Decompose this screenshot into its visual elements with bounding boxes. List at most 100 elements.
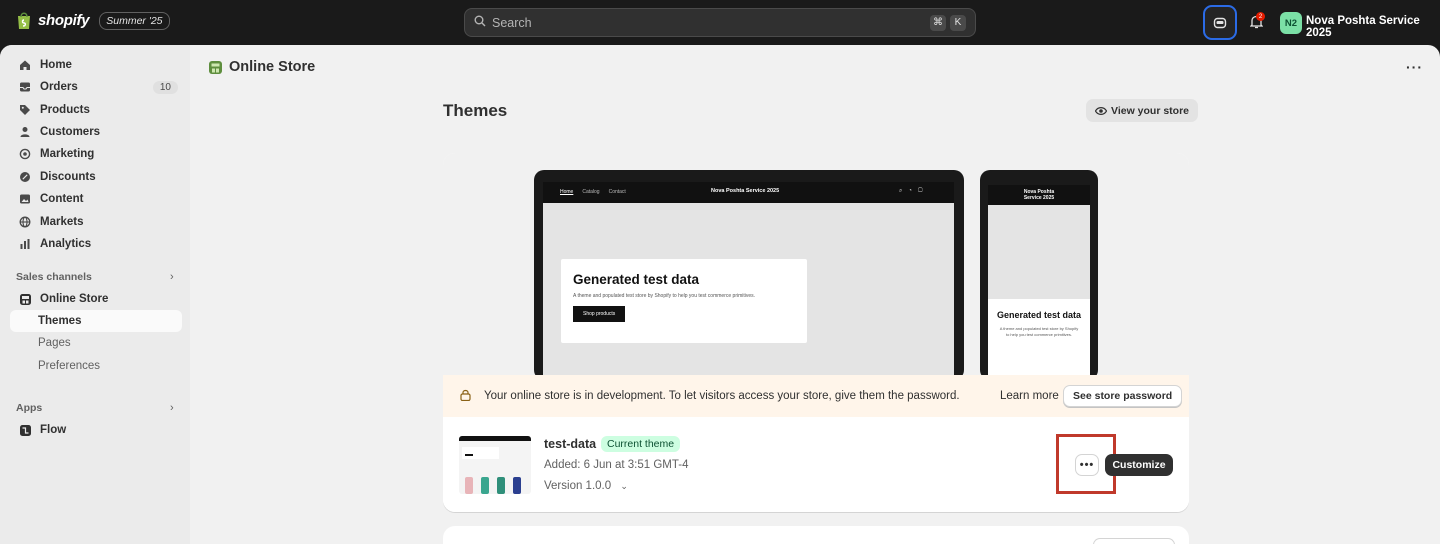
store-name[interactable]: Nova Poshta Service 2025 — [1306, 15, 1440, 39]
preview-hero-button: Shop products — [573, 306, 626, 322]
theme-added-date: Added: 6 Jun at 3:51 GMT-4 — [544, 459, 689, 471]
orders-icon — [18, 80, 32, 94]
image-icon — [18, 192, 32, 206]
apps-heading: Apps — [16, 402, 43, 414]
sidebar-item-markets[interactable]: Markets — [10, 211, 182, 233]
sidebar-item-orders[interactable]: Orders 10 — [10, 76, 182, 98]
preview-nav-link: Home — [560, 189, 574, 195]
sidebar-item-label: Themes — [38, 315, 82, 327]
view-store-button[interactable]: View your store — [1086, 99, 1199, 122]
avatar[interactable]: N2 — [1280, 12, 1302, 34]
sidebar-item-label: Flow — [40, 424, 67, 436]
preview-nav-link: Contact — [608, 189, 626, 195]
sidebar-item-label: Home — [40, 59, 72, 71]
sidebar: Home Orders 10 Products Customers Market… — [0, 45, 190, 544]
development-message: Your online store is in development. To … — [484, 390, 960, 402]
sidebar-item-label: Markets — [40, 216, 84, 228]
main-frame: Home Orders 10 Products Customers Market… — [0, 45, 1440, 544]
eye-icon — [1095, 106, 1107, 115]
shortcut-key-cmd: ⌘ — [930, 14, 946, 31]
globe-icon — [18, 215, 32, 229]
theme-name: test-data — [544, 437, 597, 451]
storefront-icon — [18, 292, 32, 306]
theme-version-select[interactable]: Version 1.0.0 ⌄ — [544, 480, 628, 492]
page-header: Online Store — [208, 59, 315, 75]
learn-more-link[interactable]: Learn more — [1000, 390, 1059, 402]
sidebar-item-label: Online Store — [40, 293, 109, 305]
chevron-down-icon: ⌄ — [620, 481, 628, 491]
sidebar-item-home[interactable]: Home — [10, 54, 182, 76]
storefront-icon — [209, 60, 222, 74]
top-bar: shopify Summer '25 Search ⌘ K 2 N2 Nova … — [0, 0, 1440, 45]
sidebar-item-customers[interactable]: Customers — [10, 121, 182, 143]
page-title: Online Store — [229, 59, 316, 75]
flow-icon — [18, 423, 32, 437]
sidebar-item-label: Preferences — [38, 360, 101, 372]
preview-hero-text: A theme and populated test store by Shop… — [573, 293, 756, 299]
edition-badge: Summer '25 — [99, 11, 170, 30]
sidebar-item-label: Analytics — [40, 238, 92, 250]
theme-more-actions-button[interactable]: ••• — [1075, 454, 1099, 476]
development-banner: Your online store is in development. To … — [443, 375, 1189, 417]
theme-preview[interactable]: Home Catalog Contact Nova Poshta Service… — [443, 153, 1189, 380]
sidebar-item-label: Pages — [38, 337, 71, 349]
notification-count-badge: 2 — [1256, 12, 1265, 21]
sidebar-item-online-store[interactable]: Online Store — [10, 288, 182, 310]
shortcut-key-k: K — [950, 14, 966, 31]
tag-icon — [18, 103, 32, 117]
theme-library-card — [443, 526, 1189, 544]
theme-version-label: Version 1.0.0 — [544, 480, 612, 492]
preview-store-name: Nova Poshta Service 2025 — [711, 188, 780, 194]
lock-icon — [460, 389, 471, 404]
sidebar-item-marketing[interactable]: Marketing — [10, 143, 182, 165]
sidebar-item-content[interactable]: Content — [10, 188, 182, 210]
sidekick-icon — [1213, 17, 1227, 28]
sidebar-item-flow[interactable]: Flow — [10, 419, 182, 441]
preview-navbar: Home Catalog Contact Nova Poshta Service… — [543, 182, 954, 203]
mobile-preview-text: A theme and populated test store by Shop… — [999, 326, 1079, 337]
view-store-label: View your store — [1111, 104, 1190, 117]
mobile-preview-heading: Generated test data — [996, 310, 1082, 320]
mobile-preview-store-name: Nova Poshta Service 2025 — [1023, 189, 1055, 201]
sidebar-item-analytics[interactable]: Analytics — [10, 233, 182, 255]
sidebar-item-label: Content — [40, 193, 84, 205]
sidekick-button[interactable] — [1203, 5, 1237, 40]
section-title: Themes — [443, 101, 508, 120]
shopify-bag-icon — [18, 12, 30, 29]
search-input[interactable]: Search ⌘ K — [464, 8, 976, 37]
preview-header-icons: ⌕◔▢ — [899, 188, 929, 194]
brand-name: shopify — [38, 12, 90, 29]
mobile-preview: Nova Poshta Service 2025 Generated test … — [980, 170, 1098, 380]
desktop-preview: Home Catalog Contact Nova Poshta Service… — [534, 170, 964, 380]
sidebar-item-label: Orders — [40, 81, 78, 93]
preview-hero-heading: Generated test data — [573, 272, 700, 287]
sidebar-item-label: Customers — [40, 126, 101, 138]
discount-icon — [18, 170, 32, 184]
mobile-preview-navbar: Nova Poshta Service 2025 — [988, 185, 1090, 205]
preview-nav-link: Catalog — [582, 189, 600, 195]
sidebar-item-label: Products — [40, 104, 90, 116]
customize-button[interactable]: Customize — [1105, 454, 1173, 476]
current-theme-badge: Current theme — [601, 436, 681, 452]
person-icon — [18, 125, 32, 139]
sidebar-item-pages[interactable]: Pages — [10, 332, 182, 354]
orders-count-badge: 10 — [152, 80, 178, 94]
sidebar-item-preferences[interactable]: Preferences — [10, 355, 182, 377]
chevron-right-icon[interactable]: › — [170, 402, 174, 414]
more-actions-button[interactable]: ··· — [1406, 59, 1423, 75]
mobile-preview-hero: Generated test data A theme and populate… — [988, 299, 1090, 380]
card-button-partial[interactable] — [1093, 538, 1175, 544]
sidebar-item-discounts[interactable]: Discounts — [10, 166, 182, 188]
see-store-password-button[interactable]: See store password — [1063, 385, 1183, 407]
sidebar-item-themes[interactable]: Themes — [10, 310, 182, 332]
preview-nav-links: Home Catalog Contact — [560, 189, 626, 195]
brand[interactable]: shopify Summer '25 — [16, 11, 170, 30]
sidebar-item-products[interactable]: Products — [10, 99, 182, 121]
desktop-preview-screen: Home Catalog Contact Nova Poshta Service… — [543, 182, 954, 380]
chevron-right-icon[interactable]: › — [170, 271, 174, 283]
theme-thumbnail[interactable] — [459, 436, 531, 494]
home-icon — [18, 58, 32, 72]
bar-chart-icon — [18, 237, 32, 251]
mobile-preview-screen: Nova Poshta Service 2025 Generated test … — [988, 185, 1090, 380]
target-icon — [18, 147, 32, 161]
